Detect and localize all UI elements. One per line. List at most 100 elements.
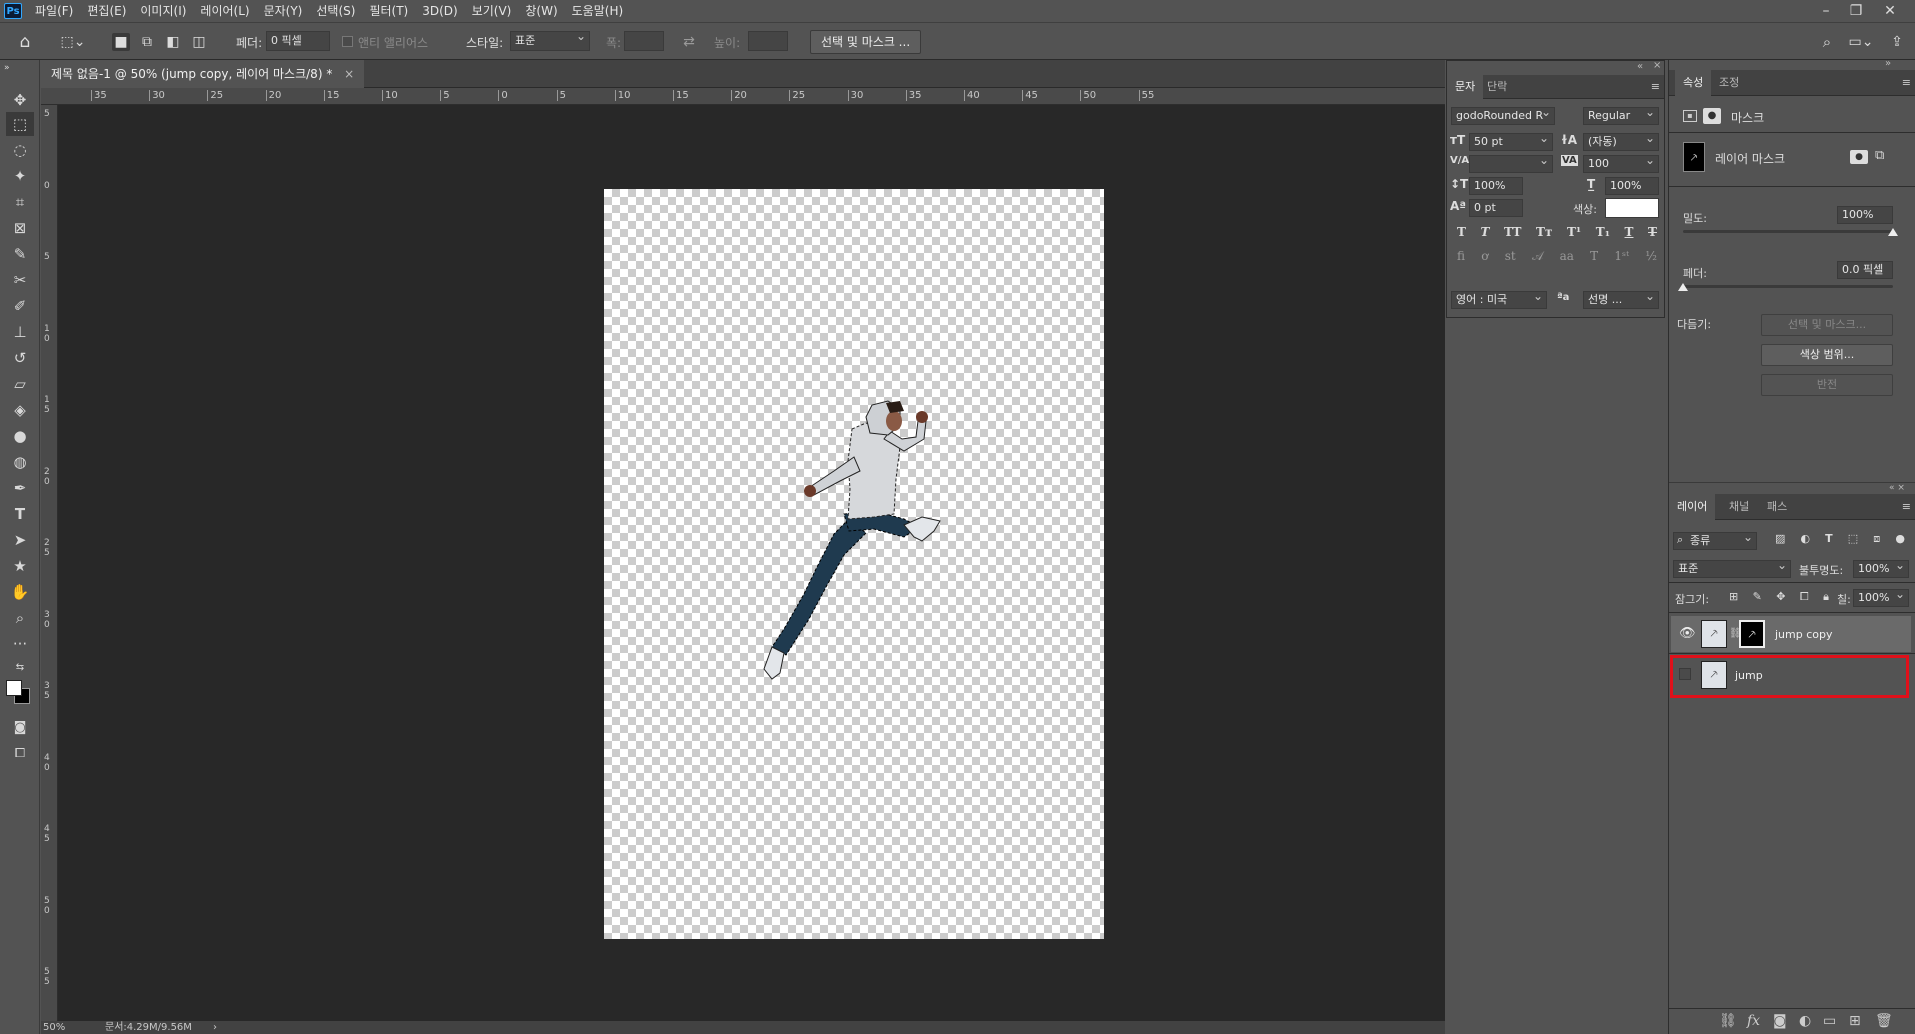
tab-layers[interactable]: 레이어 — [1669, 494, 1716, 520]
filter-pixel-icon[interactable]: ▨ — [1775, 532, 1785, 546]
menu-help[interactable]: 도움말(H) — [565, 0, 631, 22]
add-mask-icon[interactable]: ◙ — [1773, 1013, 1787, 1029]
refine-select-mask-button[interactable]: 선택 및 마스크... — [1761, 314, 1893, 336]
visibility-off-box[interactable] — [1679, 668, 1691, 680]
collapse-toolbar-icon[interactable]: » — [0, 62, 28, 74]
new-layer-icon[interactable]: ⊞ — [1849, 1013, 1861, 1029]
filter-toggle-icon[interactable]: ● — [1895, 532, 1905, 546]
eyedropper-tool-icon[interactable]: ✎ — [6, 242, 34, 266]
tab-properties[interactable]: 속성 — [1675, 70, 1712, 96]
tab-adjustments[interactable]: 조정 — [1711, 70, 1747, 96]
lock-artboard-icon[interactable]: ⧠ — [1800, 590, 1809, 604]
menu-filter[interactable]: 필터(T) — [362, 0, 415, 22]
blur-tool-icon[interactable]: ● — [6, 424, 34, 448]
superscript-icon[interactable]: T¹ — [1567, 225, 1581, 239]
visibility-eye-icon[interactable]: 👁︎ — [1679, 626, 1696, 641]
font-style-select[interactable]: Regular — [1583, 107, 1659, 125]
feather-slider[interactable] — [1683, 285, 1893, 288]
feather-slider-knob[interactable] — [1678, 283, 1688, 291]
close-window-button[interactable]: ✕ — [1876, 0, 1904, 22]
layer-name[interactable]: jump copy — [1775, 628, 1833, 641]
search-icon[interactable]: ⌕ — [1818, 33, 1836, 51]
apply-mask-icon[interactable]: ⧉ — [1875, 148, 1884, 163]
underline-icon[interactable]: T — [1625, 225, 1634, 239]
strikethrough-icon[interactable]: T — [1648, 225, 1657, 239]
menu-select[interactable]: 선택(S) — [309, 0, 362, 22]
add-selection-icon[interactable]: ⧉ — [138, 33, 156, 51]
select-and-mask-button[interactable]: 선택 및 마스크 ... — [810, 30, 922, 54]
type-tool-icon[interactable]: T — [6, 502, 34, 526]
document-canvas[interactable] — [604, 189, 1104, 939]
hand-tool-icon[interactable]: ✋ — [6, 580, 34, 604]
lock-position-icon[interactable]: ✥ — [1776, 590, 1785, 604]
more-tools-icon[interactable]: ··· — [6, 632, 34, 656]
lock-image-icon[interactable]: ✎ — [1753, 590, 1762, 604]
layer-filter-select[interactable]: ⌕ 종류 — [1673, 532, 1757, 550]
marquee-tool-icon[interactable]: ⬚ — [6, 112, 34, 136]
screen-mode-icon[interactable]: ⧠ — [6, 742, 34, 766]
layer-name[interactable]: jump — [1735, 669, 1763, 682]
menu-file[interactable]: 파일(F) — [28, 0, 80, 22]
shape-tool-icon[interactable]: ★ — [6, 554, 34, 578]
history-brush-tool-icon[interactable]: ↺ — [6, 346, 34, 370]
foreground-color-swatch[interactable] — [6, 680, 22, 696]
layers-collapse-icon[interactable]: « × — [1889, 483, 1905, 493]
lasso-tool-icon[interactable]: ◌ — [6, 138, 34, 162]
stylistic-alternates-icon[interactable]: aa — [1560, 249, 1574, 264]
frame-tool-icon[interactable]: ⊠ — [6, 216, 34, 240]
fx-icon[interactable]: fx — [1747, 1013, 1760, 1029]
dodge-tool-icon[interactable]: ◍ — [6, 450, 34, 474]
horizontal-scale-input[interactable]: 100% — [1605, 177, 1659, 195]
menu-3d[interactable]: 3D(D) — [415, 0, 464, 22]
marquee-preset-icon[interactable]: ⬚⌄ — [58, 33, 88, 51]
density-slider-knob[interactable] — [1888, 228, 1898, 236]
leading-input[interactable]: (자동) — [1583, 133, 1659, 151]
share-icon[interactable]: ⇪ — [1888, 33, 1906, 51]
subscript-icon[interactable]: T₁ — [1596, 225, 1610, 239]
restore-button[interactable]: ❐ — [1842, 0, 1870, 22]
select-mask-icon[interactable]: ● — [1850, 150, 1868, 164]
width-input[interactable] — [624, 31, 664, 51]
new-group-icon[interactable]: ▭ — [1823, 1013, 1836, 1029]
layer-row-jump[interactable]: ⸕ jump — [1671, 657, 1911, 693]
delete-layer-icon[interactable]: 🗑︎ — [1875, 1013, 1893, 1029]
tracking-input[interactable]: 100 — [1583, 155, 1659, 173]
collapse-dock-icon[interactable]: » — [1885, 58, 1891, 69]
font-size-input[interactable]: 50 pt — [1469, 133, 1553, 151]
layers-menu-icon[interactable]: ≡ — [1902, 500, 1911, 513]
clone-stamp-tool-icon[interactable]: ⊥ — [6, 320, 34, 344]
height-input[interactable] — [748, 31, 788, 51]
pen-tool-icon[interactable]: ✒ — [6, 476, 34, 500]
baseline-shift-input[interactable]: 0 pt — [1469, 199, 1523, 217]
properties-menu-icon[interactable]: ≡ — [1902, 76, 1911, 89]
menu-layer[interactable]: 레이어(L) — [193, 0, 256, 22]
eraser-tool-icon[interactable]: ▱ — [6, 372, 34, 396]
zoom-level[interactable]: 50% — [43, 1021, 65, 1034]
language-select[interactable]: 영어 : 미국 — [1451, 291, 1547, 309]
tab-channels[interactable]: 채널 — [1721, 494, 1757, 520]
titling-alternates-icon[interactable]: T — [1590, 249, 1598, 264]
collapse-panel-icon[interactable]: « — [1637, 61, 1643, 72]
vertical-scale-input[interactable]: 100% — [1469, 177, 1523, 195]
brush-tool-icon[interactable]: ✐ — [6, 294, 34, 318]
filter-shape-icon[interactable]: ⬚ — [1848, 532, 1858, 546]
pixel-mask-icon[interactable]: ▪ — [1683, 110, 1697, 122]
filter-adjustment-icon[interactable]: ◐ — [1800, 532, 1810, 546]
ligatures-icon[interactable]: fi — [1457, 249, 1465, 264]
adjustment-layer-icon[interactable]: ◐ — [1799, 1013, 1811, 1029]
layer-mask-thumbnail[interactable]: ⸕ — [1739, 620, 1765, 648]
menu-image[interactable]: 이미지(I) — [133, 0, 193, 22]
feather-prop-input[interactable]: 0.0 픽셀 — [1837, 261, 1893, 279]
invert-button[interactable]: 반전 — [1761, 374, 1893, 396]
ordinals-icon[interactable]: 1ˢᵗ — [1614, 249, 1629, 264]
density-input[interactable]: 100% — [1837, 206, 1893, 224]
lock-transparent-icon[interactable]: ⊞ — [1729, 590, 1738, 604]
color-range-button[interactable]: 색상 범위... — [1761, 344, 1893, 366]
close-panel-icon[interactable]: × — [1653, 60, 1661, 71]
blend-mode-select[interactable]: 표준 — [1673, 560, 1791, 578]
document-tab[interactable]: 제목 없음-1 @ 50% (jump copy, 레이어 마스크/8) * × — [41, 60, 365, 88]
menu-type[interactable]: 문자(Y) — [257, 0, 310, 22]
panel-menu-icon[interactable]: ≡ — [1651, 80, 1660, 93]
filter-smart-object-icon[interactable]: ⧈ — [1873, 532, 1880, 546]
subtract-selection-icon[interactable]: ◧ — [164, 33, 182, 51]
